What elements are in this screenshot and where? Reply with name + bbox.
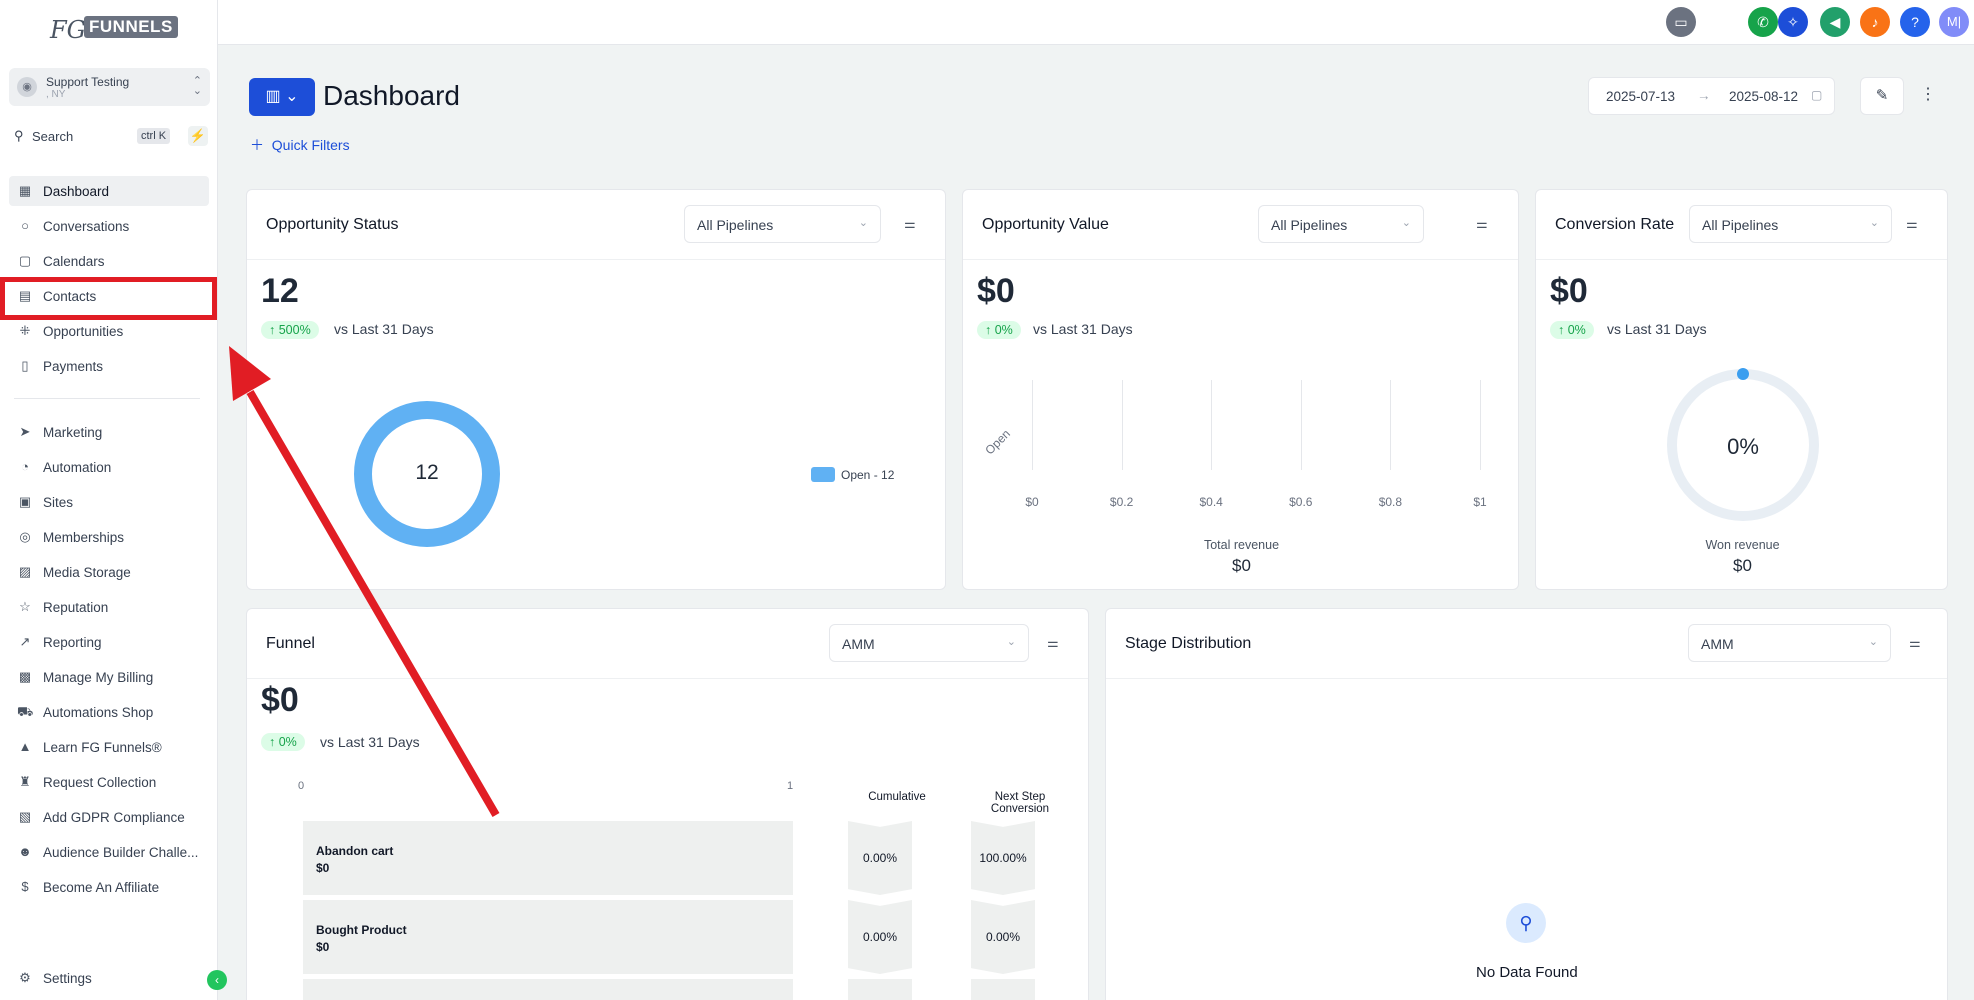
arrow-shaft [246, 389, 500, 818]
annotation-arrow [229, 346, 500, 818]
